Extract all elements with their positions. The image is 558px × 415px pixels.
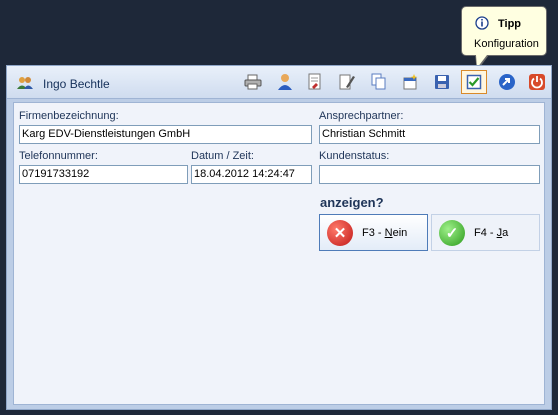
yes-button[interactable]: ✓ F4 - Ja [431,214,540,251]
save-button[interactable] [432,72,452,92]
customer-window: Ingo Bechtle Firmenbezeichnung: Karg EDV… [6,65,552,410]
print-button[interactable] [243,72,263,92]
copy-button[interactable] [369,72,389,92]
user-name: Ingo Bechtle [43,77,110,91]
phone-field[interactable]: 07191733192 [19,165,188,184]
close-button[interactable] [527,72,547,92]
company-field[interactable]: Karg EDV-Dienstleistungen GmbH [19,125,312,144]
checkmark-icon: ✓ [439,219,465,246]
save-icon [435,75,449,89]
new-document-icon [403,74,418,90]
checkbox-config-icon [466,74,482,90]
no-button[interactable]: ✕ F3 - Nein [319,214,428,251]
company-label: Firmenbezeichnung: [19,110,119,122]
forward-button[interactable] [497,72,517,92]
copy-icon [371,73,386,90]
tooltip: Tipp Konfiguration [461,6,547,56]
person-icon [278,74,292,90]
signature-button[interactable] [337,72,357,92]
cancel-x-icon: ✕ [327,219,353,246]
yes-button-label: F4 - Ja [474,226,509,239]
status-field[interactable] [319,165,540,184]
status-label: Kundenstatus: [319,150,390,162]
info-icon [475,16,489,30]
forward-arrow-icon [499,74,515,90]
contact-field[interactable]: Christian Schmitt [319,125,540,144]
power-off-icon [529,74,545,90]
edit-document-button[interactable] [305,72,325,92]
tooltip-title: Tipp [498,18,522,30]
contact-label: Ansprechpartner: [319,110,404,122]
tooltip-text: Konfiguration [474,38,539,50]
contact-person-button[interactable] [275,72,295,92]
new-document-button[interactable] [400,72,420,92]
configuration-button[interactable] [461,70,487,94]
datetime-label: Datum / Zeit: [191,150,254,162]
document-edit-icon [308,73,321,90]
datetime-field[interactable]: 18.04.2012 14:24:47 [191,165,312,184]
customer-panel: Firmenbezeichnung: Karg EDV-Dienstleistu… [13,102,545,405]
printer-icon [244,74,262,90]
signature-pen-icon [339,74,355,90]
phone-label: Telefonnummer: [19,150,98,162]
users-icon [17,77,33,89]
question-text: anzeigen? [320,195,384,210]
title-bar: Ingo Bechtle [7,66,551,99]
no-button-label: F3 - Nein [362,226,408,239]
